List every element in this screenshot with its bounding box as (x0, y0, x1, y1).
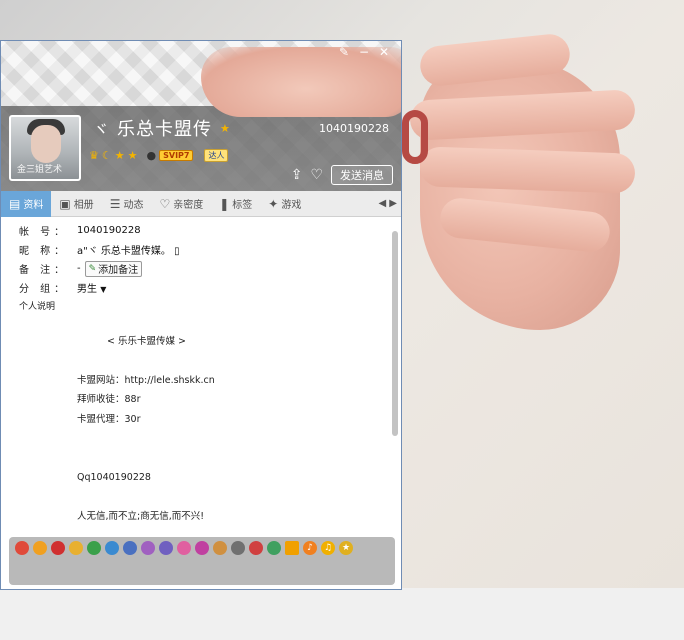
nickname: 乐总卡盟传 (117, 119, 213, 140)
star-badge-icon: ★ (220, 121, 230, 135)
star-blue-icon[interactable] (123, 541, 137, 555)
daren-badge[interactable]: 达人 (204, 149, 229, 162)
profile-header: ✎ − ✕ 金三姐艺术 ヾ 乐总卡盟传 ★ 1040190228 ♛ ☾ ★ ★… (1, 41, 401, 191)
game-badge-icon[interactable] (195, 541, 209, 555)
profile-content: 帐 号： 1040190228 昵 称： a"ヾ 乐总卡盟传媒。 ▯ 备 注： … (1, 217, 401, 565)
heart-badge-icon[interactable] (15, 541, 29, 555)
penguin-badge-icon[interactable] (33, 541, 47, 555)
pet-badge-icon[interactable] (69, 541, 83, 555)
close-icon[interactable]: ✕ (377, 45, 391, 59)
tab-label: 相册 (73, 200, 94, 211)
tab-label: 资料 (23, 200, 44, 211)
chevron-down-icon: ▼ (100, 285, 107, 294)
description-label: 个人说明 (19, 302, 56, 312)
diamond-pink-icon[interactable] (177, 541, 191, 555)
tab-games[interactable]: ✦ 游戏 (260, 191, 309, 217)
star-icon[interactable]: ★ (115, 149, 125, 162)
tab-profile[interactable]: ▤ 资料 (1, 190, 52, 217)
tab-label: 亲密度 (173, 200, 204, 211)
desc-apprentice: 拜师收徒：88r (77, 394, 141, 405)
group-row: 分 组： 男生 ▼ (19, 278, 401, 297)
moon-icon[interactable]: ☾ (102, 149, 112, 162)
add-remark-label: 添加备注 (98, 265, 139, 276)
penguin-icon: ● (146, 149, 157, 162)
description-text: < 乐乐卡盟传媒 > 卡盟网站：http://lele.shskk.cn 拜师收… (77, 312, 401, 527)
group-label: 分 组： (19, 284, 69, 295)
photo-icon: ▣ (59, 196, 71, 211)
profile-window: ✎ − ✕ 金三姐艺术 ヾ 乐总卡盟传 ★ 1040190228 ♛ ☾ ★ ★… (0, 40, 402, 590)
flower-badge-icon[interactable] (267, 541, 281, 555)
yellow-square-icon[interactable] (285, 541, 299, 555)
diamond-gray-icon[interactable] (231, 541, 245, 555)
music-note-yellow-icon[interactable]: ♫ (321, 541, 335, 555)
account-row: 帐 号： 1040190228 (19, 221, 401, 240)
group-value: 男生 (77, 284, 97, 295)
desc-qq: Qq1040190228 (77, 472, 151, 483)
tab-label: 标签 (232, 200, 253, 211)
group-select[interactable]: 男生 ▼ (77, 280, 106, 295)
tab-tags[interactable]: ❚ 标签 (211, 191, 260, 217)
bookmark-icon: ❚ (219, 196, 230, 211)
nickname-label: 昵 称： (19, 246, 69, 257)
avatar[interactable]: 金三姐艺术 (9, 115, 81, 181)
medal-badge-icon[interactable]: ★ (339, 541, 353, 555)
wallpaper-finger (419, 146, 636, 194)
heart-icon[interactable]: ♡ (310, 167, 323, 183)
list-icon: ☰ (109, 196, 121, 211)
diamond-violet-icon[interactable] (159, 541, 173, 555)
desc-title: < 乐乐卡盟传媒 > (107, 335, 186, 347)
level-badges: ♛ ☾ ★ ★ ● SVIP7 达人 (89, 149, 229, 162)
avatar-face (31, 125, 61, 163)
music-note-icon[interactable]: ♪ (303, 541, 317, 555)
remark-dash: - (77, 263, 81, 274)
share-icon[interactable]: ⇪ (291, 167, 303, 183)
tab-feed[interactable]: ☰ 动态 (102, 191, 152, 217)
qq-number: 1040190228 (319, 121, 389, 135)
id-card-icon: ▤ (9, 196, 21, 211)
remark-label: 备 注： (19, 265, 69, 276)
tab-intimacy[interactable]: ♡ 亲密度 (151, 191, 211, 217)
diamond-blue-icon[interactable] (105, 541, 119, 555)
svip-badge[interactable]: SVIP7 (159, 150, 194, 161)
music-badge-icon[interactable] (51, 541, 65, 555)
profile-tabs: ▤ 资料 ▣ 相册 ☰ 动态 ♡ 亲密度 ❚ 标签 ✦ 游戏 ◀ ▶ (1, 190, 401, 217)
tab-scroll-arrows[interactable]: ◀ ▶ (378, 198, 397, 209)
account-value: 1040190228 (77, 225, 141, 236)
red-badge-icon[interactable] (249, 541, 263, 555)
tab-label: 游戏 (281, 200, 302, 211)
tab-album[interactable]: ▣ 相册 (51, 191, 101, 217)
heart-tab-icon: ♡ (159, 196, 171, 211)
desc-agent: 卡盟代理：30r (77, 413, 141, 425)
note-icon: ✎ (88, 263, 97, 274)
content-scrollbar[interactable] (392, 231, 398, 436)
skin-icon[interactable]: ✎ (337, 45, 351, 59)
diamond-purple-icon[interactable] (141, 541, 155, 555)
add-remark-button[interactable]: ✎ 添加备注 (84, 260, 143, 277)
nickname-value: a"ヾ 乐总卡盟传媒。 ▯ (77, 246, 180, 257)
remark-row: 备 注： - ✎ 添加备注 (19, 259, 401, 278)
gift-badge-icon[interactable] (213, 541, 227, 555)
nickname-row: 昵 称： a"ヾ 乐总卡盟传媒。 ▯ (19, 240, 401, 259)
minimize-icon[interactable]: − (357, 45, 371, 59)
desc-motto: 人无信,而不立;商无信,而不兴! (77, 511, 205, 522)
tab-label: 动态 (123, 200, 144, 211)
header-thumb-overlay (201, 47, 401, 117)
service-badge-bar: ♪ ♫ ★ (9, 537, 395, 585)
send-message-button[interactable]: 发送消息 (331, 165, 393, 185)
account-label: 帐 号： (19, 227, 69, 238)
game-icon: ✦ (268, 196, 279, 211)
signature-mark: ヾ (93, 120, 110, 139)
wallpaper-ring (402, 110, 428, 164)
green-badge-icon[interactable] (87, 541, 101, 555)
avatar-caption: 金三姐艺术 (17, 165, 63, 175)
header-actions: ⇪ ♡ 发送消息 (291, 165, 393, 185)
name-row: ヾ 乐总卡盟传 ★ 1040190228 (93, 116, 389, 140)
desc-site: 卡盟网站：http://lele.shskk.cn (77, 374, 215, 386)
crown-icon[interactable]: ♛ (89, 149, 99, 162)
star-icon[interactable]: ★ (128, 149, 138, 162)
